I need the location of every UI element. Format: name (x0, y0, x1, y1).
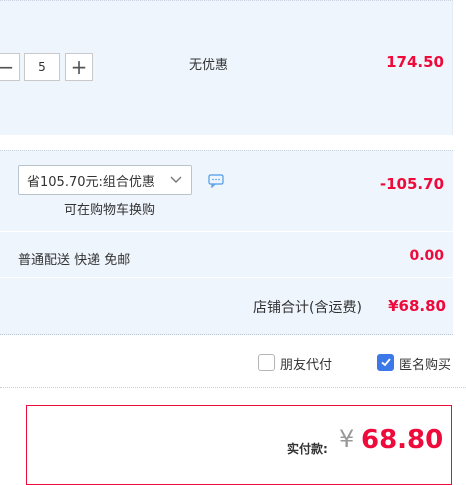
anonymous-checkbox[interactable] (377, 354, 394, 371)
payment-amount: 68.80 (361, 425, 444, 455)
promo-select[interactable]: 省105.70元:组合优惠 (18, 165, 192, 195)
friend-pay-checkbox[interactable] (258, 354, 275, 371)
section-divider (0, 277, 453, 278)
message-icon[interactable] (208, 173, 224, 192)
chevron-down-icon (169, 173, 183, 191)
section-divider (0, 387, 466, 388)
section-divider (0, 231, 453, 232)
friend-pay-label: 朋友代付 (280, 358, 333, 373)
plus-icon: + (70, 55, 88, 79)
quantity-input[interactable]: 5 (24, 53, 60, 81)
item-price: 174.50 (386, 53, 444, 71)
item-discount-label: 无优惠 (189, 58, 229, 73)
shop-total-label: 店铺合计(含运费) (253, 300, 362, 316)
check-icon (380, 353, 392, 372)
minus-icon: − (0, 55, 15, 79)
quantity-increase-button[interactable]: + (65, 53, 93, 81)
promo-discount: -105.70 (379, 175, 444, 193)
shop-total-value: ¥68.80 (388, 297, 446, 315)
shipping-label: 普通配送 快递 免邮 (18, 253, 131, 268)
anonymous-label: 匿名购买 (399, 358, 452, 373)
promo-hint: 可在购物车换购 (64, 203, 156, 218)
shipping-cost: 0.00 (409, 248, 444, 264)
payment-label: 实付款: (287, 442, 328, 456)
payment-currency: ¥ (339, 425, 355, 453)
quantity-decrease-button[interactable]: − (0, 53, 20, 81)
